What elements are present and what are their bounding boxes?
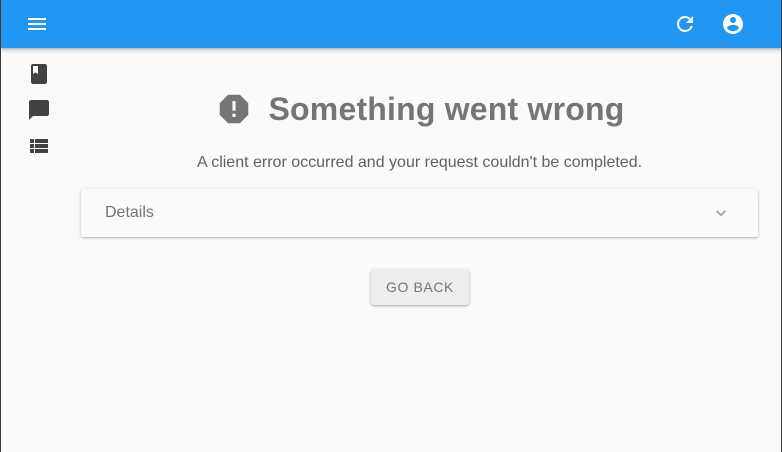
refresh-icon bbox=[677, 15, 693, 32]
details-expansion-panel[interactable]: Details bbox=[81, 189, 758, 237]
page-title: Something went wrong bbox=[268, 90, 625, 127]
app-bar bbox=[1, 0, 781, 48]
menu-icon bbox=[28, 18, 46, 30]
error-heading: Something went wrong bbox=[81, 88, 758, 130]
app-window: Something went wrong A client error occu… bbox=[0, 0, 782, 452]
account-button[interactable] bbox=[709, 0, 757, 48]
side-nav bbox=[1, 48, 73, 452]
refresh-button[interactable] bbox=[661, 0, 709, 48]
error-octagon-icon bbox=[215, 90, 253, 128]
sidebar-item-chat[interactable] bbox=[25, 96, 53, 124]
sidebar-item-book[interactable] bbox=[25, 60, 53, 88]
list-icon bbox=[30, 139, 48, 153]
account-circle-icon bbox=[723, 14, 743, 34]
chat-icon bbox=[29, 100, 49, 120]
menu-button[interactable] bbox=[13, 0, 61, 48]
details-label: Details bbox=[105, 204, 154, 221]
sidebar-item-list[interactable] bbox=[25, 132, 53, 160]
go-back-button[interactable]: GO BACK bbox=[371, 269, 469, 305]
error-message: A client error occurred and your request… bbox=[196, 154, 643, 171]
book-icon bbox=[31, 64, 47, 84]
chevron-down-icon[interactable] bbox=[711, 203, 731, 223]
